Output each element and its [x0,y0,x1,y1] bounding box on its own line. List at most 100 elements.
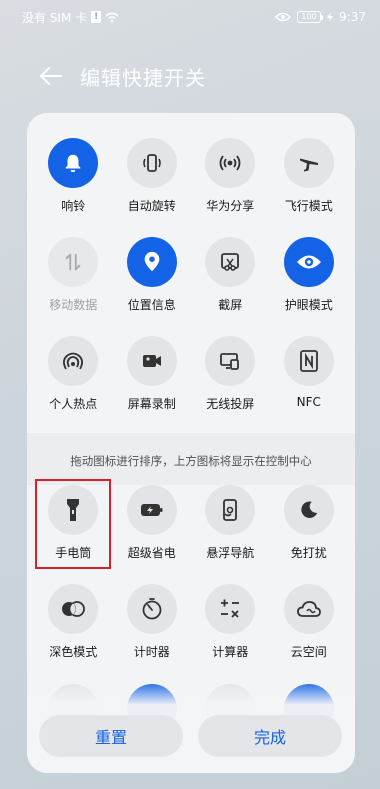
toggle-label: NFC [296,395,321,409]
toggle-flashlight[interactable]: 手电筒 [34,485,113,584]
toggle-circle [205,336,256,386]
carrier-text: 没有 SIM 卡 [22,10,88,25]
toggle-label: 计时器 [133,645,170,659]
toggle-mobile-data[interactable]: 移动数据 [34,237,113,336]
done-button[interactable]: 完成 [198,715,342,757]
toggle-circle [205,138,256,188]
quick-toggle-panel: 响铃 自动旋转 华为分享 飞行模式 移动数据 位置信息 截屏 护眼模式 个人热点… [27,113,355,773]
clock: 9:37 [339,10,366,24]
charging-icon [327,12,334,22]
toggle-label: 护眼模式 [284,298,333,312]
toggle-auto-rotate[interactable]: 自动旋转 [113,138,192,237]
dark-mode-icon [62,601,86,617]
location-icon [144,251,160,272]
flashlight-icon [67,499,80,521]
toggle-cloud-space[interactable]: 云空间 [270,584,349,683]
bell-icon [65,154,81,173]
toggle-circle [48,485,99,535]
hotspot-icon [63,352,84,370]
toggle-label: 深色模式 [49,645,98,659]
toggle-label: 云空间 [290,645,327,659]
toggle-hotspot[interactable]: 个人热点 [34,336,113,435]
active-toggle-grid: 响铃 自动旋转 华为分享 飞行模式 移动数据 位置信息 截屏 护眼模式 个人热点… [34,138,348,435]
cast-icon [220,353,240,370]
drag-hint-text: 拖动图标进行排序，上方图标将显示在控制中心 [70,454,312,468]
reset-button[interactable]: 重置 [39,715,183,757]
toggle-eye-comfort[interactable]: 护眼模式 [270,237,349,336]
toggle-do-not-disturb[interactable]: 免打扰 [270,485,349,584]
toggle-circle [205,584,256,634]
toggle-label: 响铃 [61,199,86,213]
toggle-label: 超级省电 [127,546,176,560]
toggle-circle [205,237,256,287]
eye-icon [296,255,321,269]
cloud-icon [296,601,321,617]
toggle-label: 飞行模式 [284,199,333,213]
battery-saver-icon [140,504,163,516]
toggle-super-power-saving[interactable]: 超级省电 [113,485,192,584]
toggle-circle [126,485,177,535]
toggle-huawei-share[interactable]: 华为分享 [191,138,270,237]
toggle-dark-mode[interactable]: 深色模式 [34,584,113,683]
share-icon [219,155,241,171]
footer-bar: 重置 完成 [27,681,355,773]
status-bar: 没有 SIM 卡 ! 100 9:37 [0,0,380,34]
toggle-timer[interactable]: 计时器 [113,584,192,683]
toggle-calculator[interactable]: 计算器 [191,584,270,683]
toggle-label: 手电筒 [55,546,92,560]
toggle-label: 自动旋转 [127,199,176,213]
header: 编辑快捷开关 [0,56,380,96]
rotate-icon [142,154,161,172]
battery-level: 100 [301,12,317,21]
status-left: 没有 SIM 卡 ! [22,9,119,26]
toggle-ring[interactable]: 响铃 [34,138,113,237]
toggle-label: 截屏 [218,298,243,312]
battery-icon: 100 [297,11,324,23]
toggle-label: 免打扰 [290,546,327,560]
toggle-label: 位置信息 [127,298,176,312]
back-button[interactable] [36,61,66,91]
floating-nav-icon [223,499,238,521]
toggle-circle [283,584,334,634]
toggle-circle [48,237,99,287]
toggle-label: 移动数据 [49,298,98,312]
toggle-circle [48,584,99,634]
toggle-circle [283,336,334,386]
toggle-circle [283,138,334,188]
toggle-circle [48,138,99,188]
wifi-icon [105,12,119,22]
nfc-icon [299,350,318,372]
toggle-label: 个人热点 [49,397,98,411]
screenshot-icon [221,253,240,271]
toggle-floating-navigation[interactable]: 悬浮导航 [191,485,270,584]
airplane-icon [299,158,318,172]
available-toggle-grid: 手电筒 超级省电 悬浮导航 免打扰 深色模式 计时器 计算器 云空间 [34,485,348,683]
record-icon [142,355,161,367]
toggle-circle [205,485,256,535]
toggle-circle [48,336,99,386]
toggle-circle [283,237,334,287]
toggle-label: 无线投屏 [206,397,255,411]
mobile-data-icon [65,253,81,271]
toggle-screen-record[interactable]: 屏幕录制 [113,336,192,435]
toggle-circle [126,237,177,287]
toggle-circle [283,485,334,535]
toggle-airplane-mode[interactable]: 飞行模式 [270,138,349,237]
toggle-wireless-projection[interactable]: 无线投屏 [191,336,270,435]
toggle-label: 华为分享 [206,199,255,213]
timer-icon [142,598,162,620]
status-right: 100 9:37 [275,10,366,24]
back-arrow-icon [40,67,62,85]
sim-icon: ! [91,11,102,23]
page-title: 编辑快捷开关 [80,65,206,90]
toggle-label: 屏幕录制 [127,397,176,411]
toggle-label: 计算器 [212,645,249,659]
toggle-circle [126,584,177,634]
moon-icon [301,501,317,518]
eye-comfort-status-icon [275,12,291,22]
toggle-nfc[interactable]: NFC [270,336,349,435]
toggle-location[interactable]: 位置信息 [113,237,192,336]
toggle-circle [126,336,177,386]
toggle-screenshot[interactable]: 截屏 [191,237,270,336]
toggle-label: 悬浮导航 [206,546,255,560]
